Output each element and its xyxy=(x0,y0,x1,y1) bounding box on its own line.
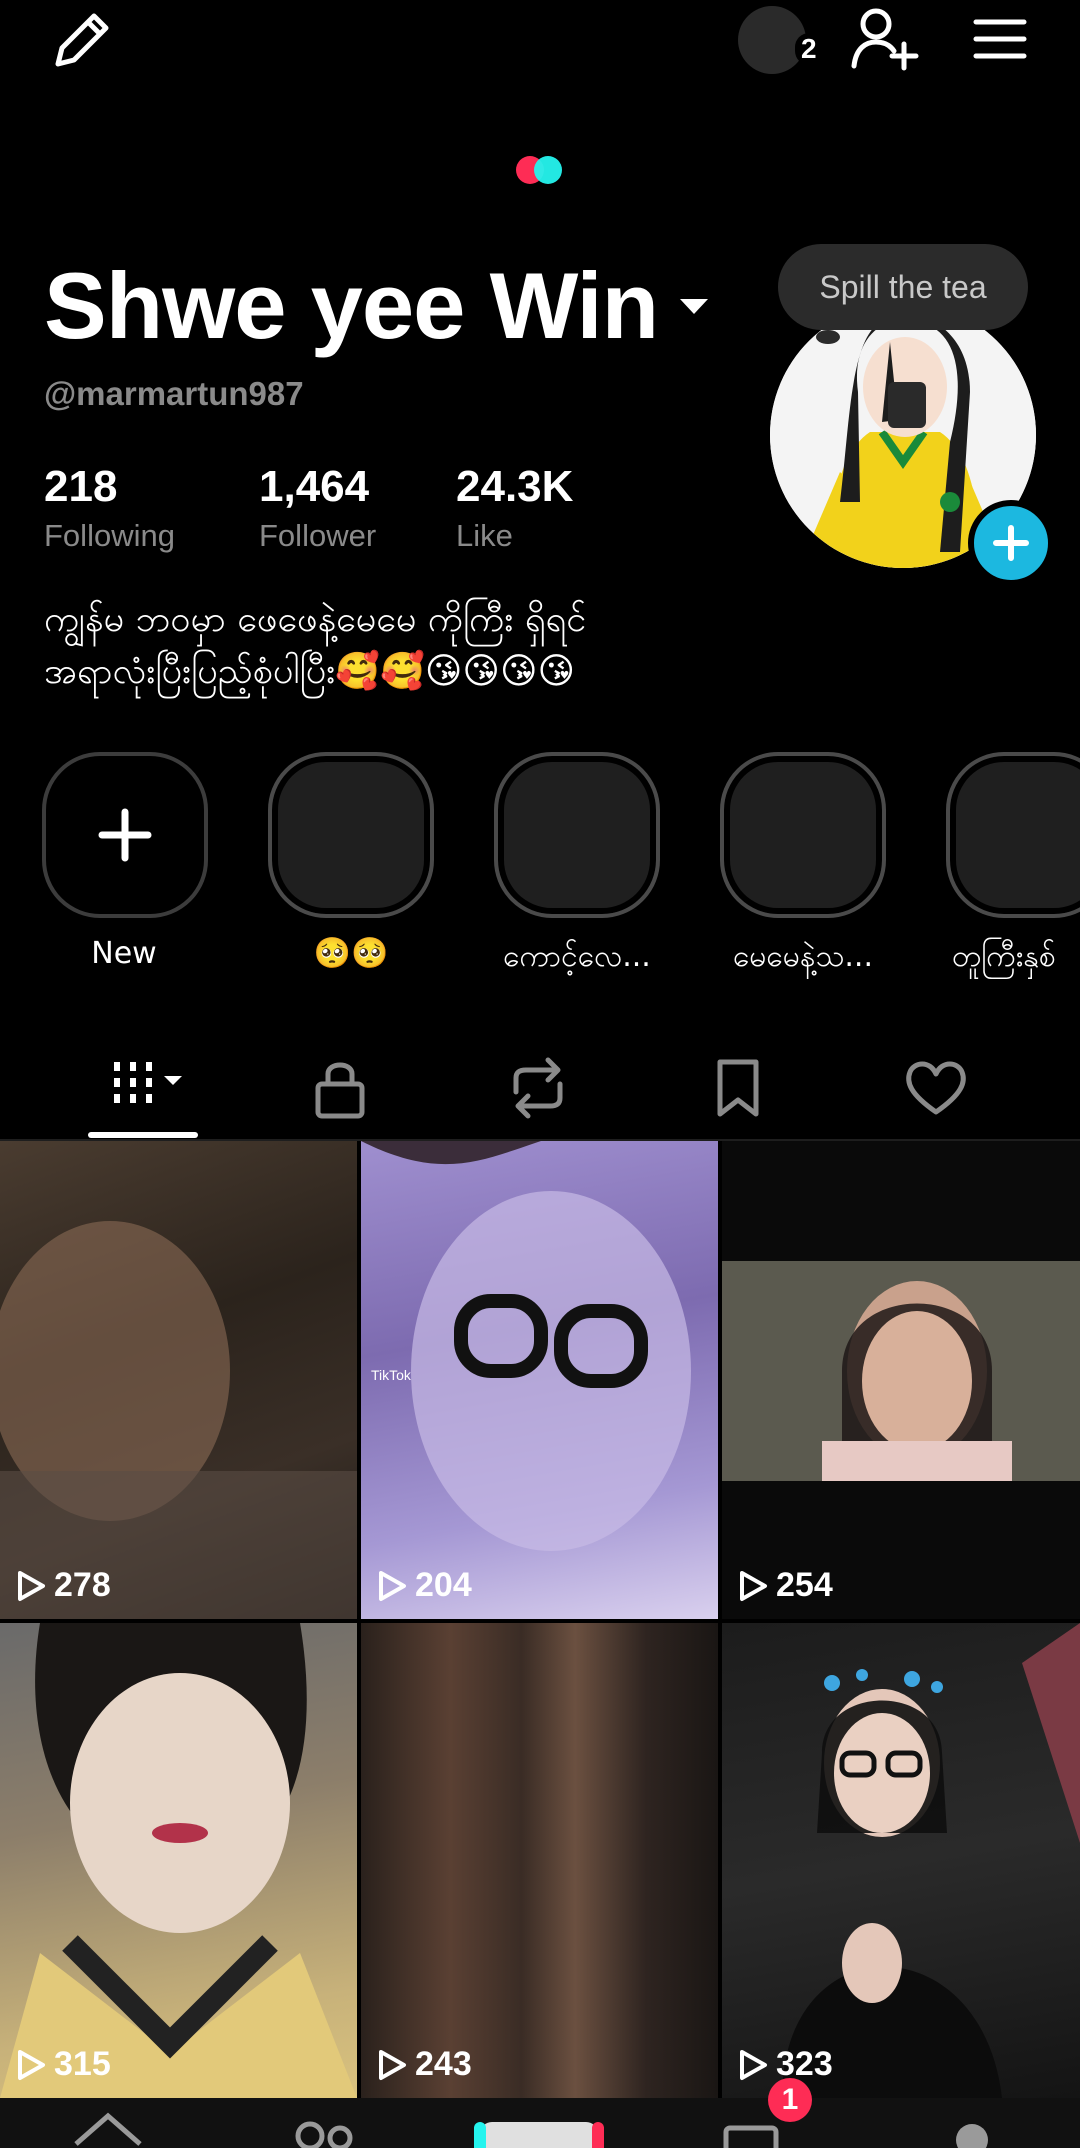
stat-follower[interactable]: 1,464 Follower xyxy=(259,462,376,554)
highlight-item[interactable] xyxy=(268,752,434,918)
bottom-nav-bar: 1 xyxy=(0,2078,1080,2148)
stat-label: Follower xyxy=(259,518,377,553)
tab-favorites-bookmark-icon[interactable] xyxy=(702,1052,774,1124)
play-icon xyxy=(18,1570,45,1601)
play-icon xyxy=(740,2049,767,2080)
create-button xyxy=(480,2122,598,2148)
tab-reposts-icon[interactable] xyxy=(502,1052,574,1124)
stat-label: Following xyxy=(44,518,175,553)
play-icon xyxy=(379,2049,406,2080)
play-icon xyxy=(740,1570,767,1601)
home-icon xyxy=(74,2112,142,2146)
edit-pencil-icon[interactable] xyxy=(48,6,116,74)
active-tab-indicator xyxy=(88,1132,198,1138)
tiktok-watermark: TikTok xyxy=(371,1367,411,1383)
view-count-value: 243 xyxy=(415,2045,472,2083)
add-friend-icon[interactable] xyxy=(848,4,920,76)
stat-value: 1,464 xyxy=(259,462,370,511)
view-count: 243 xyxy=(377,2045,472,2084)
inbox-badge: 1 xyxy=(768,2078,812,2122)
highlight-label: 🥺🥺 xyxy=(313,936,389,971)
view-count: 315 xyxy=(16,2045,111,2084)
highlight-item[interactable] xyxy=(494,752,660,918)
video-thumbnail[interactable]: 254 xyxy=(722,1141,1080,1619)
tab-liked-heart-icon[interactable] xyxy=(900,1052,972,1124)
profile-nav-icon xyxy=(956,2124,988,2148)
menu-icon[interactable] xyxy=(970,14,1030,64)
profile-name[interactable]: Shwe yee Win xyxy=(44,252,659,360)
tab-private-lock-icon[interactable] xyxy=(304,1052,376,1124)
profile-bio: ကျွန်မ ဘဝမှာ ဖေဖေနဲ့မေမေ ကိုကြီး ရှိရင် … xyxy=(44,594,704,698)
stat-like[interactable]: 24.3K Like xyxy=(456,462,573,554)
view-count-value: 315 xyxy=(54,2045,111,2083)
highlight-label: New xyxy=(91,936,157,971)
video-thumbnail[interactable]: 323 xyxy=(722,1623,1080,2098)
video-thumbnail[interactable]: TikTok 204 xyxy=(361,1141,718,1619)
tooltip-tail xyxy=(816,330,840,344)
plus-icon xyxy=(98,808,152,862)
highlight-label: တူကြီးနှစ် xyxy=(952,939,1056,974)
bio-line: ကျွန်မ ဘဝမှာ ဖေဖေနဲ့မေမေ ကိုကြီး ရှိရင် xyxy=(44,599,587,640)
stat-label: Like xyxy=(456,518,513,553)
bio-line: အရာလုံးပြီးပြည့်စုံပါပြီး🥰🥰😘😘😘😘 xyxy=(44,651,575,692)
profile-handle: @marmartun987 xyxy=(44,375,304,412)
play-icon xyxy=(379,1570,406,1601)
highlight-item[interactable] xyxy=(720,752,886,918)
spill-the-tea-tooltip[interactable]: Spill the tea xyxy=(778,244,1028,330)
stat-value: 24.3K xyxy=(456,462,574,511)
tab-videos-grid-icon[interactable] xyxy=(106,1052,182,1124)
highlight-label: မေမေနဲ့သ... xyxy=(733,939,873,974)
view-count-value: 204 xyxy=(415,1566,472,1604)
account-switch-caret-icon[interactable] xyxy=(678,296,710,316)
app-logo xyxy=(512,150,572,190)
play-icon xyxy=(18,2049,45,2080)
highlight-label: ကောင့်လေ... xyxy=(503,939,651,974)
view-count: 204 xyxy=(377,1566,472,1605)
highlight-new-button[interactable] xyxy=(42,752,208,918)
view-count: 254 xyxy=(738,1566,833,1605)
video-thumbnail[interactable]: 243 xyxy=(361,1623,718,2098)
view-count-value: 254 xyxy=(776,1566,833,1604)
view-count-value: 278 xyxy=(54,1566,111,1604)
stat-following[interactable]: 218 Following xyxy=(44,462,175,554)
inbox-icon xyxy=(723,2125,779,2148)
view-count: 278 xyxy=(16,1566,111,1605)
highlight-item[interactable] xyxy=(946,752,1080,918)
stat-value: 218 xyxy=(44,462,118,511)
story-count-badge: 2 xyxy=(795,33,823,65)
add-story-plus-icon[interactable] xyxy=(968,500,1054,586)
video-thumbnail[interactable]: 315 xyxy=(0,1623,357,2098)
video-thumbnail[interactable]: 278 xyxy=(0,1141,357,1619)
friends-icon xyxy=(295,2121,325,2148)
